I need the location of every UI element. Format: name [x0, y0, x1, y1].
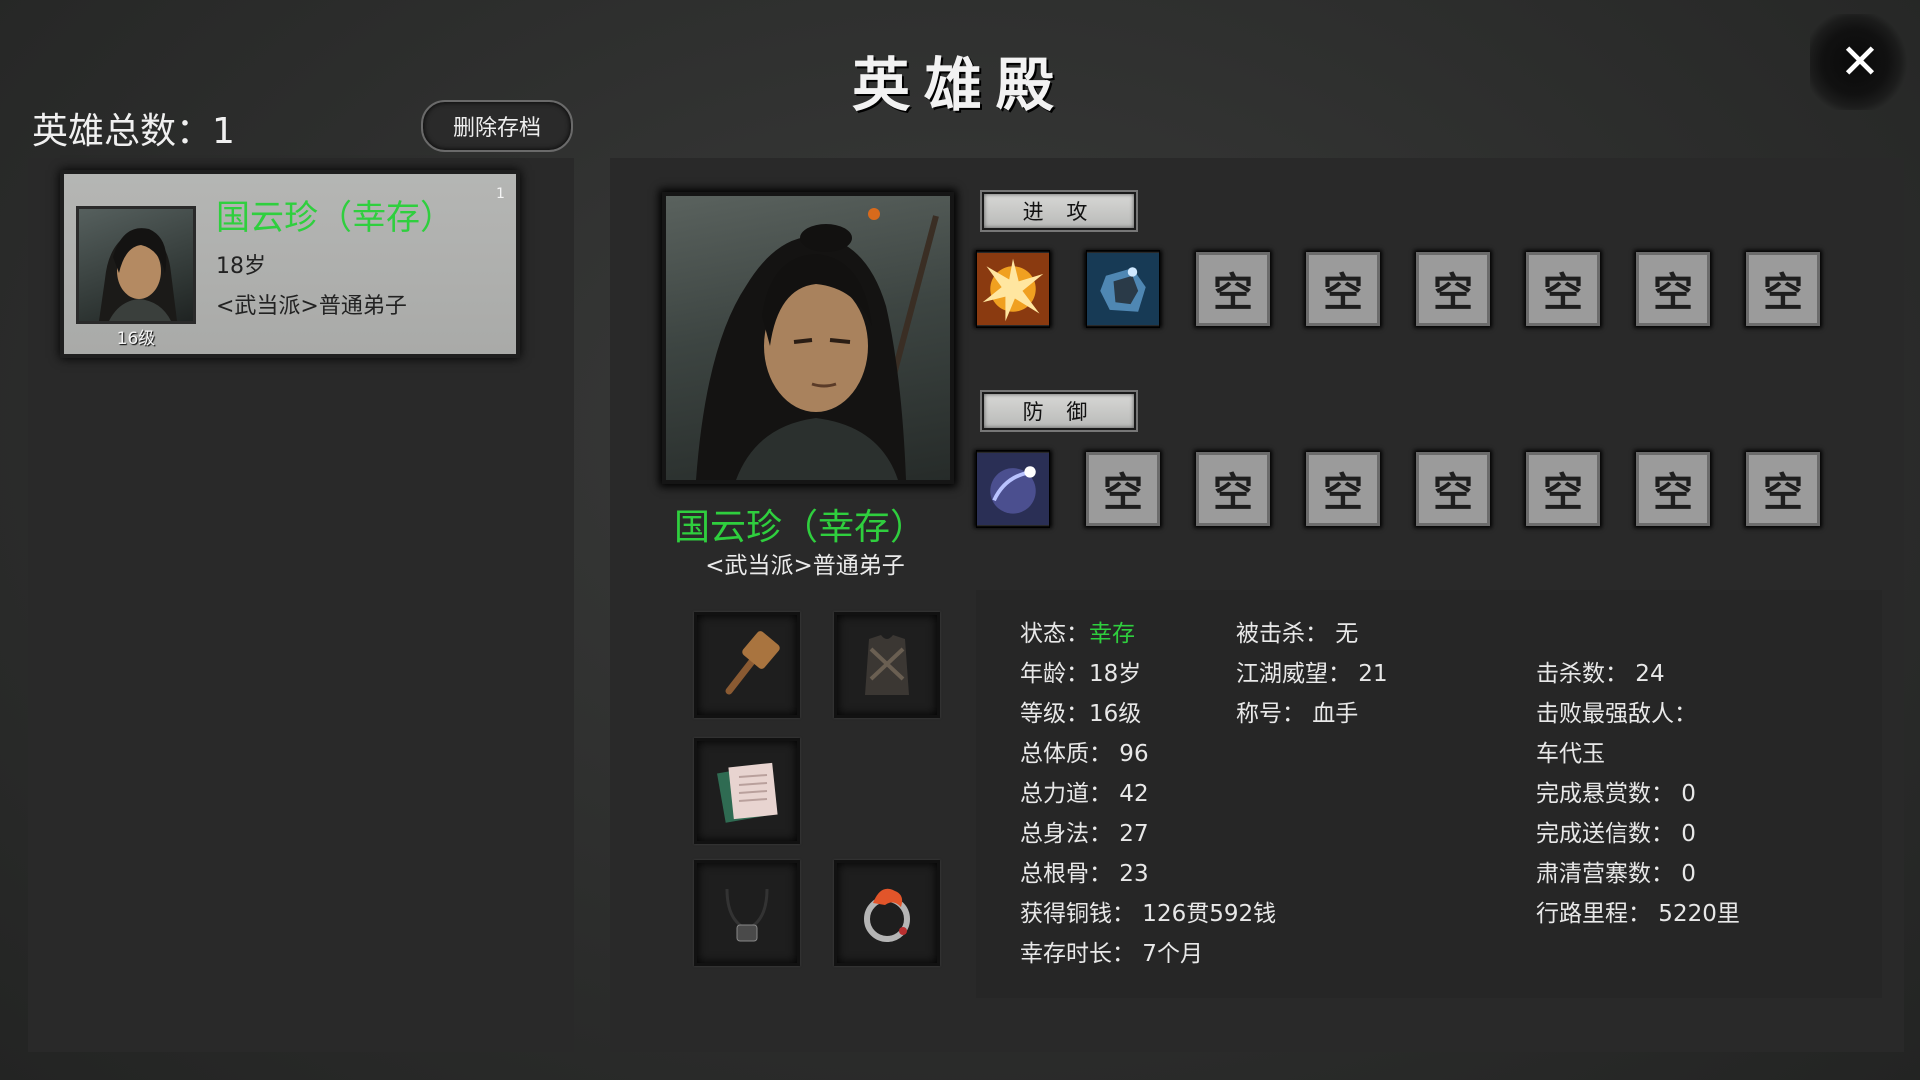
stat-nickname: 称号： 血手: [1236, 701, 1359, 727]
hero-name: 国云珍（幸存）: [673, 507, 926, 548]
hero-card-level: 16级: [116, 329, 156, 349]
stat-constitution: 总体质： 96: [1020, 741, 1149, 767]
ice-block-skill-icon: [1086, 250, 1160, 328]
delete-save-button[interactable]: 删除存档: [421, 100, 573, 152]
stat-status-label: 状态：: [1020, 621, 1089, 647]
equip-slot-armor[interactable]: [834, 612, 940, 718]
hero-sect: <武当派>普通弟子: [705, 553, 905, 579]
stat-kills: 击杀数： 24: [1536, 661, 1665, 687]
defense-empty-slot-3[interactable]: 空: [1306, 452, 1380, 526]
stat-strength: 总力道： 42: [1020, 781, 1149, 807]
burst-skill-icon: [976, 250, 1050, 328]
stat-distance: 行路里程： 5220里: [1536, 901, 1740, 927]
equip-slot-ring[interactable]: [834, 860, 940, 966]
close-x-icon: ✕: [1839, 34, 1881, 90]
attack-section-label: 进 攻: [982, 192, 1136, 230]
stat-bounties: 完成悬赏数： 0: [1536, 781, 1696, 807]
stat-killed-by: 被击杀： 无: [1236, 621, 1359, 647]
defense-empty-slot-6[interactable]: 空: [1636, 452, 1710, 526]
stat-coins: 获得铜钱： 126贯592钱: [1020, 901, 1277, 927]
hero-portrait: [662, 192, 954, 484]
stat-status: 状态：幸存: [1020, 614, 1135, 648]
attack-empty-slot-6[interactable]: 空: [1746, 252, 1820, 326]
stat-letters: 完成送信数： 0: [1536, 821, 1696, 847]
hero-card-age: 18岁: [216, 254, 266, 279]
hero-count-label: 英雄总数：: [32, 111, 213, 152]
equip-slot-book[interactable]: [694, 738, 800, 844]
hero-list-item[interactable]: 16级 国云珍（幸存） 18岁 <武当派>普通弟子 1: [64, 174, 516, 354]
hero-card-index: 1: [496, 186, 505, 202]
stat-root: 总根骨： 23: [1020, 861, 1149, 887]
attack-empty-slot-5[interactable]: 空: [1636, 252, 1710, 326]
defense-empty-slot-5[interactable]: 空: [1526, 452, 1600, 526]
stat-status-value: 幸存: [1089, 621, 1135, 647]
pendant-necklace-icon: [725, 888, 769, 942]
stat-strongest-label: 击败最强敌人：: [1536, 701, 1697, 727]
attack-empty-slot-3[interactable]: 空: [1416, 252, 1490, 326]
hero-card-name: 国云珍（幸存）: [216, 198, 454, 238]
attack-skill-slot-2[interactable]: [1086, 250, 1160, 328]
attack-empty-slot-4[interactable]: 空: [1526, 252, 1600, 326]
dark-orb-skill-icon: [976, 450, 1050, 528]
defense-section-label: 防 御: [982, 392, 1136, 430]
hero-card-sect: <武当派>普通弟子: [216, 294, 407, 319]
stat-level: 等级：16级: [1020, 701, 1142, 727]
stat-strongest-value: 车代玉: [1536, 741, 1605, 767]
stat-prestige: 江湖威望： 21: [1236, 661, 1388, 687]
scroll-book-icon: [717, 762, 778, 823]
hero-count: 英雄总数：1: [32, 102, 235, 154]
stat-camps: 肃清营寨数： 0: [1536, 861, 1696, 887]
stat-agility: 总身法： 27: [1020, 821, 1149, 847]
defense-empty-slot-2[interactable]: 空: [1196, 452, 1270, 526]
hero-card-portrait: [76, 206, 196, 324]
attack-skill-slot-1[interactable]: [976, 250, 1050, 328]
page-title: 英雄殿: [851, 51, 1068, 119]
stat-age: 年龄：18岁: [1020, 661, 1142, 687]
close-button[interactable]: ✕: [1810, 14, 1910, 110]
flame-ring-icon: [864, 888, 910, 942]
defense-empty-slot-4[interactable]: 空: [1416, 452, 1490, 526]
equip-slot-weapon[interactable]: [694, 612, 800, 718]
wooden-hammer-icon: [725, 631, 780, 695]
stat-survival-time: 幸存时长： 7个月: [1020, 941, 1203, 967]
defense-empty-slot-7[interactable]: 空: [1746, 452, 1820, 526]
attack-empty-slot-2[interactable]: 空: [1306, 252, 1380, 326]
equip-slot-necklace[interactable]: [694, 860, 800, 966]
defense-empty-slot-1[interactable]: 空: [1086, 452, 1160, 526]
hero-count-value: 1: [212, 111, 235, 152]
attack-empty-slot-1[interactable]: 空: [1196, 252, 1270, 326]
defense-skill-slot-1[interactable]: [976, 450, 1050, 528]
armor-vest-icon: [865, 635, 909, 695]
